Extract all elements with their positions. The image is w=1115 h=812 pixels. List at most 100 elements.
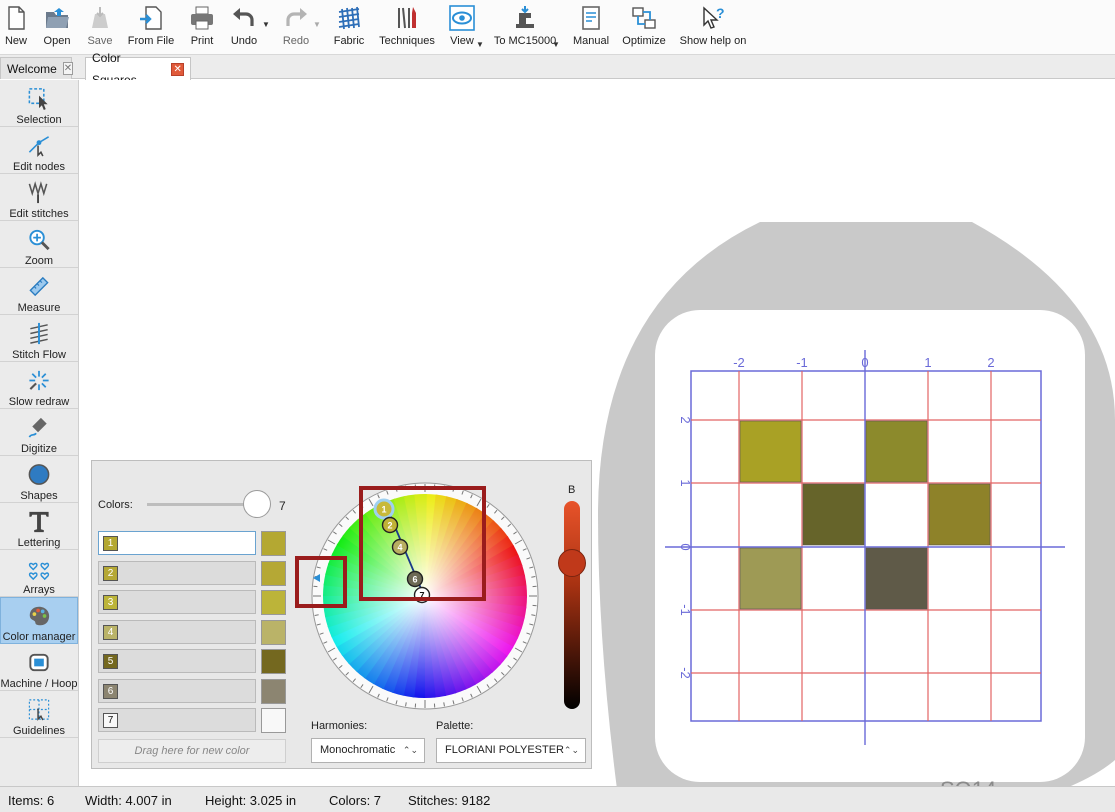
brightness-slider-thumb[interactable]: [558, 549, 586, 578]
status-height: Height: 3.025 in: [205, 793, 297, 808]
harmonies-select[interactable]: Monochromatic ⌃⌄: [311, 738, 425, 763]
colors-slider-track[interactable]: [147, 503, 257, 506]
lettering-t-icon: [29, 511, 49, 533]
undo-dropdown-arrow-icon[interactable]: ▼: [262, 20, 270, 29]
color-swatch-1[interactable]: [261, 531, 286, 556]
close-tab-icon[interactable]: ✕: [171, 62, 184, 76]
manual-button[interactable]: Manual: [573, 4, 609, 50]
wheel-tick: [443, 702, 445, 707]
techniques-button[interactable]: Techniques: [379, 4, 435, 50]
color-slot-number: 2: [103, 565, 118, 581]
slow-redraw-icon: [29, 370, 49, 391]
tool-machine-hoop[interactable]: Machine / Hoop: [0, 644, 78, 691]
optimize-button[interactable]: Optimize: [622, 4, 666, 50]
guidelines-icon: [28, 699, 50, 721]
color-slot-7[interactable]: 7: [98, 708, 256, 732]
hoop-icon: [29, 653, 49, 672]
square-6: [865, 547, 928, 610]
zoom-magnifier-icon: [29, 229, 50, 251]
tool-lettering[interactable]: Lettering: [0, 503, 78, 550]
colors-slider-thumb[interactable]: [243, 490, 271, 518]
tool-stitch-flow[interactable]: Stitch Flow: [0, 315, 78, 362]
color-slot-4[interactable]: 4: [98, 619, 256, 644]
y-tick-label: -2: [678, 667, 693, 679]
brightness-slider[interactable]: [564, 501, 580, 709]
print-button[interactable]: Print: [188, 4, 216, 50]
tab-welcome[interactable]: Welcome ✕: [0, 57, 74, 79]
select-arrows-icon: ⌃⌄: [563, 745, 579, 755]
color-swatch-7[interactable]: [261, 708, 286, 733]
view-dropdown-arrow-icon[interactable]: ▼: [476, 40, 484, 49]
select-arrows-icon: ⌃⌄: [402, 745, 418, 755]
digitize-pen-icon: [28, 417, 47, 438]
open-button[interactable]: Open: [42, 4, 72, 50]
view-button[interactable]: View: [448, 4, 476, 50]
import-file-icon: [140, 6, 162, 30]
eye-view-icon: [449, 5, 475, 31]
tool-slow-redraw[interactable]: Slow redraw: [0, 362, 78, 409]
status-width: Width: 4.007 in: [85, 793, 172, 808]
color-slot-number: 7: [103, 713, 118, 728]
manual-book-icon: [582, 6, 600, 30]
show-help-button[interactable]: ? Show help on: [680, 4, 747, 50]
tool-zoom[interactable]: Zoom: [0, 221, 78, 268]
tool-edit-stitches[interactable]: Edit stitches: [0, 174, 78, 221]
color-swatch-2[interactable]: [261, 560, 286, 586]
color-slot-number: 1: [103, 536, 118, 551]
tool-arrays[interactable]: Arrays: [0, 550, 78, 597]
optimize-icon: [632, 7, 656, 29]
from-file-button[interactable]: From File: [128, 4, 174, 50]
x-tick-label: 0: [861, 355, 868, 370]
color-slot-2[interactable]: 2: [98, 560, 256, 585]
status-colors: Colors: 7: [329, 793, 382, 808]
palette-select[interactable]: FLORIANI POLYESTER ⌃⌄: [436, 738, 586, 763]
tool-edit-nodes[interactable]: Edit nodes: [0, 127, 78, 174]
new-color-drop-zone[interactable]: Drag here for new color: [98, 739, 286, 763]
color-slot-6[interactable]: 6: [98, 678, 256, 703]
x-tick-label: 2: [987, 355, 994, 370]
color-swatch-4[interactable]: [261, 619, 286, 645]
tab-color-squares[interactable]: Color Squares ✕: [85, 51, 191, 87]
brightness-label: B: [568, 484, 576, 496]
tool-digitize[interactable]: Digitize: [0, 409, 78, 456]
tool-guidelines[interactable]: Guidelines: [0, 691, 78, 738]
status-stitches: Stitches: 9182: [408, 793, 491, 808]
save-button[interactable]: Save: [86, 4, 114, 50]
highlight-box-pointer: [295, 556, 347, 608]
redo-arrow-icon: [286, 8, 307, 26]
document-tabs: Welcome ✕ Color Squares ✕: [0, 51, 1115, 87]
undo-arrow-icon: [233, 8, 254, 26]
edit-stitches-icon: [28, 181, 48, 204]
y-tick-label: 1: [678, 479, 693, 486]
palette-label: Palette:: [436, 720, 474, 732]
folder-icon: [46, 8, 69, 28]
tool-color-manager[interactable]: Color manager: [0, 597, 78, 644]
tool-shapes[interactable]: Shapes: [0, 456, 78, 503]
highlight-box-wheel: [359, 486, 486, 601]
edit-nodes-icon: [28, 136, 50, 157]
new-button[interactable]: New: [4, 4, 28, 50]
redo-button[interactable]: Redo: [282, 4, 310, 50]
color-swatch-6[interactable]: [261, 678, 286, 704]
hoop-size-label: SQ14: [940, 777, 996, 786]
wheel-tick: [531, 576, 536, 578]
color-swatch-3[interactable]: [261, 590, 286, 615]
help-pointer-icon: ?: [703, 5, 725, 29]
send-to-machine-button[interactable]: To MC15000: [494, 4, 556, 50]
fabric-button[interactable]: Fabric: [333, 4, 365, 50]
undo-button[interactable]: Undo: [229, 4, 259, 50]
sewing-machine-icon: [516, 6, 534, 28]
fabric-icon: [338, 6, 360, 30]
tool-measure[interactable]: Measure: [0, 268, 78, 315]
color-swatch-5[interactable]: [261, 649, 286, 674]
color-slot-number: 5: [103, 654, 118, 669]
close-tab-icon[interactable]: ✕: [62, 62, 74, 75]
color-slot-3[interactable]: 3: [98, 590, 256, 614]
color-slot-5[interactable]: 5: [98, 649, 256, 673]
color-manager-panel: Colors: 7 1 2 3 4 5 6 7 Drag here for new colo…: [91, 460, 592, 769]
x-tick-label: -2: [733, 355, 745, 370]
redo-dropdown-arrow-icon[interactable]: ▼: [313, 20, 321, 29]
color-slot-1[interactable]: 1: [98, 531, 256, 555]
tool-selection[interactable]: Selection: [0, 80, 78, 127]
machine-dropdown-arrow-icon[interactable]: ▼: [552, 40, 560, 49]
